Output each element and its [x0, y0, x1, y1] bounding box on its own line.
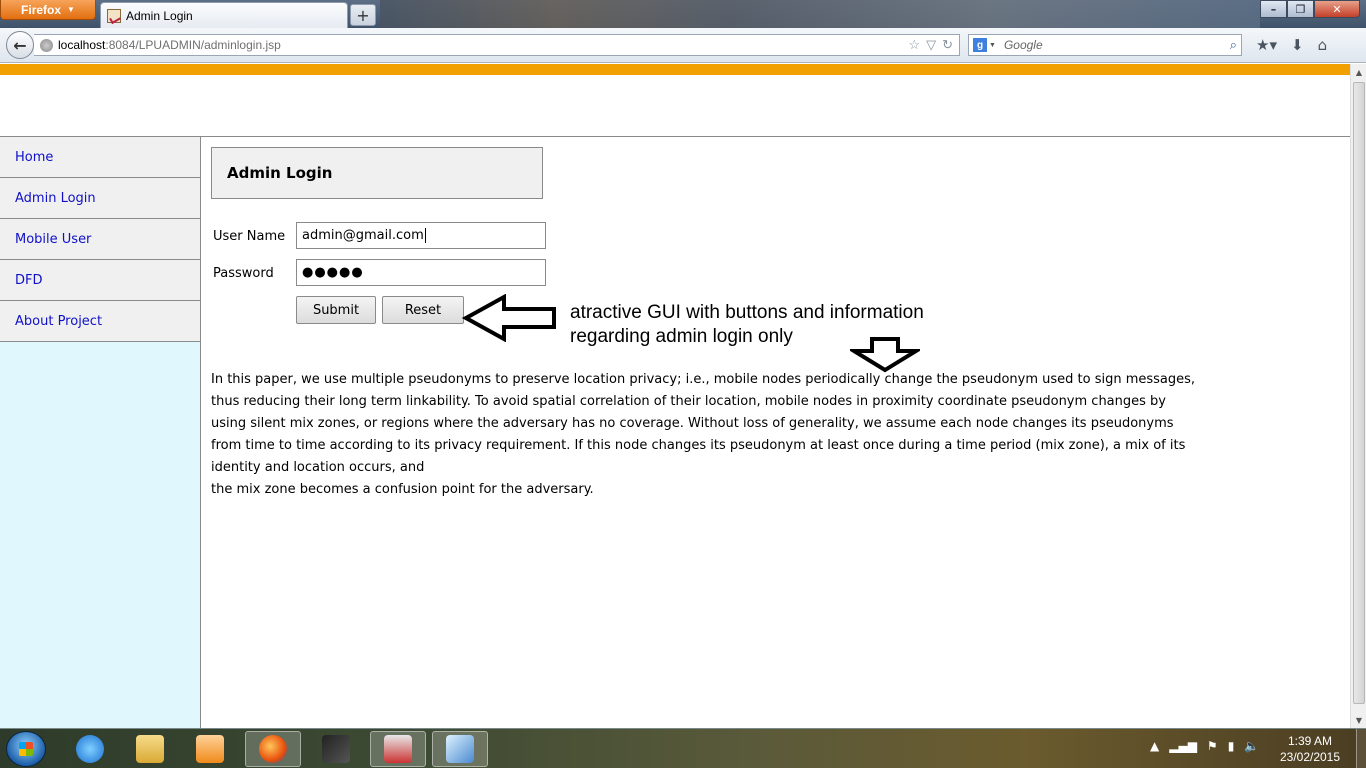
power-icon[interactable]: ▮ [1228, 739, 1235, 753]
back-arrow-icon[interactable]: ← [6, 31, 34, 59]
description-paragraph: In this paper, we use multiple pseudonym… [211, 372, 1196, 475]
google-engine-icon[interactable]: g [973, 38, 987, 52]
tray-expand-icon[interactable]: ▲ [1150, 739, 1159, 753]
sidebar-item-dfd[interactable]: DFD [0, 260, 200, 301]
search-placeholder: Google [1003, 38, 1043, 52]
username-field[interactable]: admin@gmail.com [296, 222, 546, 249]
taskbar-firefox-icon[interactable] [245, 731, 301, 767]
taskbar-media-player-icon[interactable] [182, 731, 238, 767]
submit-button[interactable]: Submit [296, 296, 376, 324]
show-desktop-button[interactable] [1356, 729, 1366, 768]
home-icon[interactable]: ⌂ [1318, 36, 1328, 54]
maximize-icon[interactable]: ❐ [1287, 0, 1314, 18]
system-tray: ▲ ▂▄▆ ⚑ ▮ 🔈 [1150, 739, 1259, 753]
project-description: In this paper, we use multiple pseudonym… [211, 369, 1201, 501]
url-path: :8084/LPUADMIN/adminlogin.jsp [105, 38, 281, 52]
address-bar[interactable]: localhost :8084/LPUADMIN/adminlogin.jsp … [34, 34, 960, 56]
sidebar-item-mobile-user[interactable]: Mobile User [0, 219, 200, 260]
sidebar: Home Admin Login Mobile User DFD About P… [0, 137, 201, 728]
description-paragraph-end: the mix zone becomes a confusion point f… [211, 482, 594, 497]
password-label: Password [213, 266, 274, 281]
minimize-icon[interactable]: – [1260, 0, 1287, 18]
site-identity-icon[interactable] [40, 38, 53, 52]
new-tab-button[interactable]: + [350, 4, 376, 26]
chevron-down-icon: ▼ [989, 41, 996, 49]
clock-date: 23/02/2015 [1279, 750, 1341, 764]
firefox-menu-button[interactable]: Firefox ▼ [0, 0, 96, 20]
annotation-left-arrow-icon [462, 294, 556, 342]
taskbar-app-cube-icon[interactable] [432, 731, 488, 767]
header-accent-bar [0, 64, 1350, 75]
vertical-scrollbar[interactable]: ▲ ▼ [1350, 64, 1366, 728]
search-bar[interactable]: g ▼ Google ⌕ [968, 34, 1242, 56]
annotation-line-1: atractive GUI with buttons and informati… [570, 302, 924, 323]
tab-title: Admin Login [126, 8, 193, 23]
search-icon[interactable]: ⌕ [1230, 37, 1237, 53]
reload-icon[interactable]: ↻ [942, 37, 953, 53]
scroll-up-icon[interactable]: ▲ [1351, 64, 1366, 80]
taskbar-file-explorer-icon[interactable] [122, 731, 178, 767]
username-value: admin@gmail.com [302, 228, 424, 243]
password-field[interactable]: ●●●●● [296, 259, 546, 286]
sidebar-item-about-project[interactable]: About Project [0, 301, 200, 342]
window-titlebar: Firefox ▼ Admin Login + – ❐ ✕ [0, 0, 1366, 28]
volume-icon[interactable]: 🔈 [1244, 739, 1259, 753]
taskbar-app-lightning-icon[interactable] [308, 731, 364, 767]
bookmark-star-icon[interactable]: ☆ [908, 37, 920, 53]
sidebar-item-admin-login[interactable]: Admin Login [0, 178, 200, 219]
network-signal-icon[interactable]: ▂▄▆ [1169, 739, 1197, 753]
start-menu-icon[interactable] [6, 731, 46, 767]
window-controls: – ❐ ✕ [1260, 0, 1360, 18]
reset-button[interactable]: Reset [382, 296, 464, 324]
firefox-menu-label: Firefox [21, 2, 62, 17]
url-actions: ☆ ▽ ↻ [908, 37, 953, 53]
clock-time: 1:39 AM [1287, 734, 1333, 748]
navigation-toolbar: ← localhost :8084/LPUADMIN/adminlogin.js… [0, 28, 1366, 63]
taskbar-clock[interactable]: 1:39 AM 23/02/2015 [1270, 733, 1350, 765]
tab-admin-login[interactable]: Admin Login [100, 2, 348, 28]
taskbar-app-red-icon[interactable] [370, 731, 426, 767]
bookmarks-menu-icon[interactable]: ★▾ [1256, 36, 1277, 54]
url-host: localhost [58, 38, 106, 52]
text-cursor [424, 228, 426, 243]
downloads-icon[interactable]: ⬇ [1291, 36, 1304, 54]
action-center-flag-icon[interactable]: ⚑ [1207, 739, 1218, 753]
password-value: ●●●●● [302, 265, 364, 280]
history-dropdown-icon[interactable]: ▽ [926, 37, 936, 53]
annotation-down-arrow-icon [850, 337, 920, 373]
titlebar-background [380, 0, 1260, 28]
sidebar-item-home[interactable]: Home [0, 137, 200, 178]
chevron-down-icon: ▼ [67, 5, 75, 14]
annotation-line-2: regarding admin login only [570, 326, 793, 347]
scrollbar-thumb[interactable] [1353, 82, 1365, 704]
login-heading: Admin Login [211, 147, 543, 199]
page-favicon-icon [107, 8, 121, 23]
taskbar-internet-explorer-icon[interactable] [62, 731, 118, 767]
annotation-text: atractive GUI with buttons and informati… [570, 301, 990, 349]
username-label: User Name [213, 229, 286, 244]
close-icon[interactable]: ✕ [1314, 0, 1360, 18]
windows-taskbar: ▲ ▂▄▆ ⚑ ▮ 🔈 1:39 AM 23/02/2015 [0, 728, 1366, 768]
toolbar-right-icons: ★▾ ⬇ ⌂ [1256, 36, 1327, 54]
header-divider [0, 136, 1350, 137]
scroll-down-icon[interactable]: ▼ [1351, 712, 1366, 728]
